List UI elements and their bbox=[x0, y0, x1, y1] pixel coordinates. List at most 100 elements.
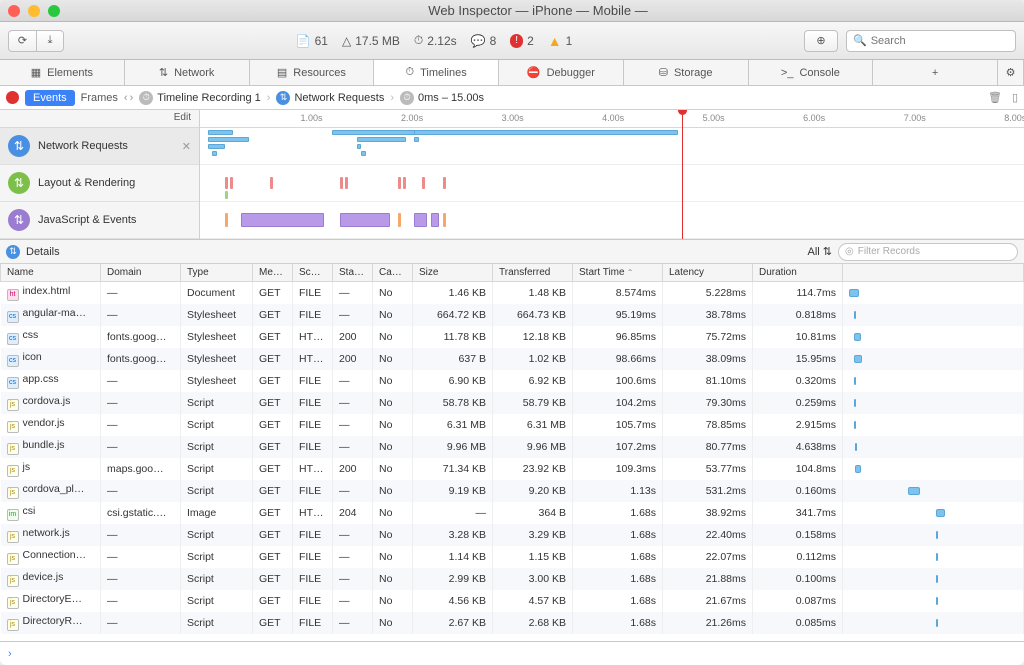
timeline-track-0[interactable]: ⇅Network Requests✕ bbox=[0, 128, 199, 165]
ruler-tick: 8.00s bbox=[1004, 113, 1024, 123]
elements-icon: ▦ bbox=[31, 66, 41, 79]
window-title: Web Inspector — iPhone — Mobile — bbox=[60, 3, 1016, 18]
ruler-tick: 4.00s bbox=[602, 113, 624, 123]
back-button[interactable]: ‹ bbox=[124, 92, 128, 104]
network-icon: ⇅ bbox=[276, 91, 290, 105]
column-header[interactable]: Domain bbox=[101, 264, 181, 282]
tab-storage[interactable]: ⛁Storage bbox=[624, 60, 749, 85]
file-icon: cs bbox=[7, 377, 19, 389]
stat-documents: 📄61 bbox=[296, 34, 328, 48]
minimize-window-icon[interactable] bbox=[28, 5, 40, 17]
search-icon: 🔍 bbox=[853, 34, 867, 47]
table-row[interactable]: htindex.html—DocumentGETFILE—No1.46 KB1.… bbox=[1, 282, 1024, 305]
table-row[interactable]: jsvendor.js—ScriptGETFILE—No6.31 MB6.31 … bbox=[1, 414, 1024, 436]
filter-field[interactable]: ◎ Filter Records bbox=[838, 243, 1018, 261]
column-header[interactable] bbox=[843, 264, 1024, 282]
playhead[interactable] bbox=[682, 110, 683, 239]
track-icon: ⇅ bbox=[8, 209, 30, 231]
stat-errors[interactable]: !2 bbox=[510, 34, 533, 48]
column-header[interactable]: Latency bbox=[663, 264, 753, 282]
sidebar-toggle-button[interactable]: ▯ bbox=[1012, 91, 1018, 104]
trash-button[interactable]: 🗑 bbox=[988, 91, 1002, 104]
column-header[interactable]: Transferred bbox=[493, 264, 573, 282]
track-network[interactable] bbox=[200, 128, 1024, 165]
settings-button[interactable]: ⚙ bbox=[998, 60, 1024, 85]
column-header[interactable]: Type bbox=[181, 264, 253, 282]
search-input[interactable] bbox=[871, 35, 1009, 47]
ruler-tick: 3.00s bbox=[502, 113, 524, 123]
tab-elements[interactable]: ▦Elements bbox=[0, 60, 125, 85]
tab-console[interactable]: >_Console bbox=[749, 60, 874, 85]
target-button[interactable]: ⊕ bbox=[804, 30, 838, 52]
tab-resources[interactable]: ▤Resources bbox=[250, 60, 375, 85]
reload-button[interactable]: ⟳ bbox=[8, 30, 36, 52]
search-field[interactable]: 🔍 bbox=[846, 30, 1016, 52]
table-row[interactable]: csapp.css—StylesheetGETFILE—No6.90 KB6.9… bbox=[1, 370, 1024, 392]
column-header[interactable]: Name bbox=[1, 264, 101, 282]
scope-selector[interactable]: All ⇅ bbox=[807, 245, 832, 258]
column-header[interactable]: Ca… bbox=[373, 264, 413, 282]
titlebar: Web Inspector — iPhone — Mobile — bbox=[0, 0, 1024, 22]
tabbar: ▦Elements⇅Network▤Resources⏱Timelines⛔De… bbox=[0, 60, 1024, 86]
stat-time: ⏱2.12s bbox=[414, 33, 457, 48]
table-row[interactable]: csiconfonts.goog…StylesheetGETHT…200No63… bbox=[1, 348, 1024, 370]
record-button[interactable] bbox=[6, 91, 19, 104]
track-javascript[interactable] bbox=[200, 202, 1024, 239]
console-icon: >_ bbox=[781, 67, 794, 79]
column-header[interactable]: Start Time bbox=[573, 264, 663, 282]
download-button[interactable]: ⤓ bbox=[36, 30, 64, 52]
column-header[interactable]: Duration bbox=[753, 264, 843, 282]
file-icon: js bbox=[7, 553, 19, 565]
track-icon: ⇅ bbox=[8, 135, 30, 157]
ruler-tick: 5.00s bbox=[703, 113, 725, 123]
network-table[interactable]: NameDomainTypeMe…Sc…Sta…Ca…SizeTransferr… bbox=[0, 264, 1024, 641]
file-icon: im bbox=[7, 509, 19, 521]
column-header[interactable]: Sc… bbox=[293, 264, 333, 282]
column-header[interactable]: Size bbox=[413, 264, 493, 282]
table-row[interactable]: jsbundle.js—ScriptGETFILE—No9.96 MB9.96 … bbox=[1, 436, 1024, 458]
table-row[interactable]: jscordova.js—ScriptGETFILE—No58.78 KB58.… bbox=[1, 392, 1024, 414]
events-toggle[interactable]: Events bbox=[25, 90, 75, 106]
table-row[interactable]: jsdevice.js—ScriptGETFILE—No2.99 KB3.00 … bbox=[1, 568, 1024, 590]
close-icon[interactable]: ✕ bbox=[182, 140, 191, 153]
details-header: ⇅ Details All ⇅ ◎ Filter Records bbox=[0, 240, 1024, 264]
tab-timelines[interactable]: ⏱Timelines bbox=[374, 60, 499, 85]
frames-toggle[interactable]: Frames bbox=[81, 92, 118, 104]
table-row[interactable]: jsDirectoryE…—ScriptGETFILE—No4.56 KB4.5… bbox=[1, 590, 1024, 612]
breadcrumb-range[interactable]: 0ms – 15.00s bbox=[418, 92, 484, 104]
stat-size: △17.5 MB bbox=[342, 34, 400, 48]
column-header[interactable]: Sta… bbox=[333, 264, 373, 282]
details-label: Details bbox=[26, 246, 60, 258]
track-layout[interactable] bbox=[200, 165, 1024, 202]
breadcrumb-recording[interactable]: Timeline Recording 1 bbox=[157, 92, 261, 104]
timeline-track-2[interactable]: ⇅JavaScript & Events bbox=[0, 202, 199, 239]
table-row[interactable]: jscordova_pl…—ScriptGETFILE—No9.19 KB9.2… bbox=[1, 480, 1024, 502]
track-icon: ⇅ bbox=[8, 172, 30, 194]
table-row[interactable]: imcsicsi.gstatic.…ImageGETHT…204No—364 B… bbox=[1, 502, 1024, 524]
forward-button[interactable]: › bbox=[130, 92, 134, 104]
tab-network[interactable]: ⇅Network bbox=[125, 60, 250, 85]
stopwatch-icon: ⏱ bbox=[139, 91, 153, 105]
column-header[interactable]: Me… bbox=[253, 264, 293, 282]
stat-messages: 💬8 bbox=[471, 34, 497, 48]
new-tab-button[interactable]: + bbox=[873, 60, 998, 85]
close-window-icon[interactable] bbox=[8, 5, 20, 17]
network-icon: ⇅ bbox=[6, 245, 20, 259]
file-icon: cs bbox=[7, 311, 19, 323]
table-row[interactable]: jsnetwork.js—ScriptGETFILE—No3.28 KB3.29… bbox=[1, 524, 1024, 546]
table-row[interactable]: jsDirectoryR…—ScriptGETFILE—No2.67 KB2.6… bbox=[1, 612, 1024, 634]
timeline-ruler[interactable]: 1.00s2.00s3.00s4.00s5.00s6.00s7.00s8.00s bbox=[200, 110, 1024, 128]
console-prompt[interactable]: › bbox=[0, 641, 1024, 665]
file-icon: js bbox=[7, 619, 19, 631]
table-row[interactable]: cscssfonts.goog…StylesheetGETHT…200No11.… bbox=[1, 326, 1024, 348]
breadcrumb-network[interactable]: Network Requests bbox=[294, 92, 384, 104]
table-row[interactable]: jsConnection…—ScriptGETFILE—No1.14 KB1.1… bbox=[1, 546, 1024, 568]
tab-debugger[interactable]: ⛔Debugger bbox=[499, 60, 624, 85]
zoom-window-icon[interactable] bbox=[48, 5, 60, 17]
edit-timelines-button[interactable]: Edit bbox=[0, 110, 199, 128]
timeline-track-1[interactable]: ⇅Layout & Rendering bbox=[0, 165, 199, 202]
table-row[interactable]: jsjsmaps.goo…ScriptGETHT…200No71.34 KB23… bbox=[1, 458, 1024, 480]
stat-warnings[interactable]: ▲1 bbox=[548, 33, 573, 49]
file-icon: js bbox=[7, 531, 19, 543]
table-row[interactable]: csangular-ma…—StylesheetGETFILE—No664.72… bbox=[1, 304, 1024, 326]
